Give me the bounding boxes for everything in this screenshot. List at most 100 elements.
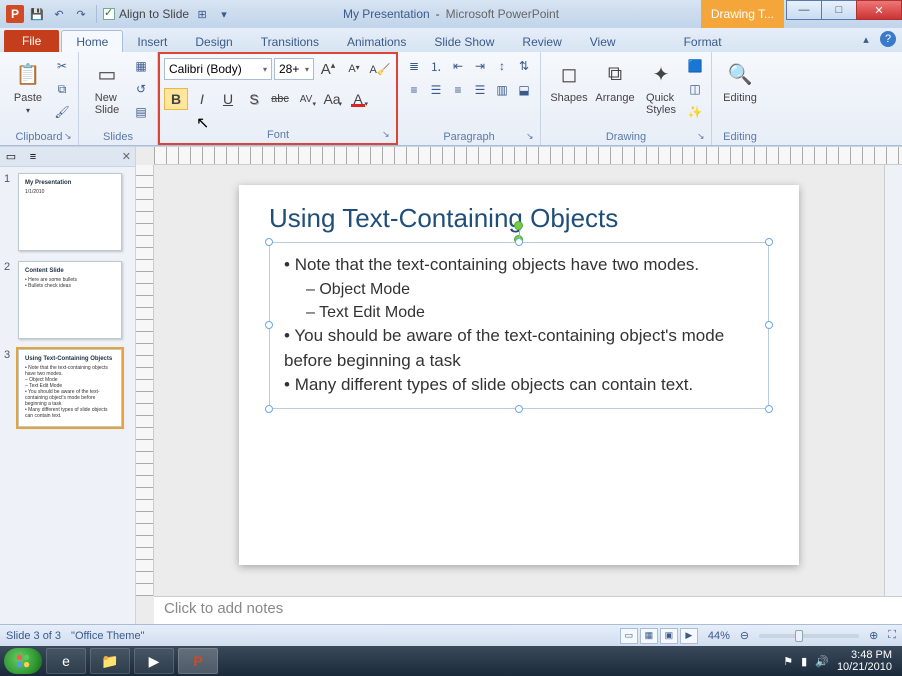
clipboard-launcher-icon[interactable]: ↘ [64,131,76,143]
thumbnail-item[interactable]: 3Using Text-Containing Objects• Note tha… [4,349,131,427]
clear-format-icon[interactable]: A🧹 [368,58,392,80]
slide-canvas[interactable]: Using Text-Containing Objects [154,165,884,596]
shape-effects-icon[interactable]: ✨ [685,102,705,122]
cut-icon[interactable]: ✂ [52,56,72,76]
bullet-item[interactable]: You should be aware of the text-containi… [284,324,754,373]
decrease-indent-icon[interactable]: ⇤ [448,56,468,76]
resize-handle[interactable] [765,321,773,329]
minimize-ribbon-icon[interactable]: ▴ [858,31,874,47]
zoom-slider[interactable] [759,634,859,638]
resize-handle[interactable] [515,238,523,246]
italic-button[interactable]: I [190,88,214,110]
close-button[interactable]: ✕ [856,0,902,20]
thumbnail-item[interactable]: 1My Presentation1/1/2010 [4,173,131,251]
start-button[interactable] [4,648,42,674]
taskbar-media-icon[interactable]: ▶ [134,648,174,674]
content-textbox[interactable]: Note that the text-containing objects ha… [269,242,769,409]
tab-view[interactable]: View [576,31,630,52]
change-case-button[interactable]: Aa▾ [320,88,344,110]
resize-handle[interactable] [515,405,523,413]
tab-file[interactable]: File [4,30,59,52]
taskbar-clock[interactable]: 3:48 PM 10/21/2010 [837,649,892,673]
qat-align-icon[interactable]: ⊞ [193,5,211,23]
tab-transitions[interactable]: Transitions [247,31,333,52]
numbering-icon[interactable]: ⒈ [426,56,446,76]
strikethrough-button[interactable]: abc [268,88,292,110]
resize-handle[interactable] [265,321,273,329]
columns-icon[interactable]: ▥ [492,80,512,100]
zoom-level[interactable]: 44% [708,630,730,642]
bullets-icon[interactable]: ≣ [404,56,424,76]
horizontal-ruler[interactable] [154,147,902,165]
tray-network-icon[interactable]: ▮ [801,655,807,668]
grow-font-icon[interactable]: A▴ [316,58,340,80]
font-name-combo[interactable]: Calibri (Body)▾ [164,58,272,80]
quick-styles-button[interactable]: ✦Quick Styles [639,56,683,116]
align-right-icon[interactable]: ≡ [448,80,468,100]
shape-outline-icon[interactable]: ◫ [685,79,705,99]
shape-fill-icon[interactable]: 🟦 [685,56,705,76]
resize-handle[interactable] [265,405,273,413]
resize-handle[interactable] [765,405,773,413]
outline-tab-icon[interactable]: ≡ [22,151,44,163]
tray-volume-icon[interactable]: 🔊 [815,655,829,668]
section-icon[interactable]: ▤ [131,102,151,122]
align-center-icon[interactable]: ☰ [426,80,446,100]
zoom-out-icon[interactable]: ⊖ [740,629,749,642]
normal-view-icon[interactable]: ▭ [620,628,638,644]
tab-animations[interactable]: Animations [333,31,420,52]
char-spacing-button[interactable]: AV▾ [294,88,318,110]
taskbar-powerpoint-icon[interactable]: P [178,648,218,674]
help-icon[interactable]: ? [880,31,896,47]
qat-redo-icon[interactable]: ↷ [72,5,90,23]
tab-slideshow[interactable]: Slide Show [420,31,508,52]
tray-flag-icon[interactable]: ⚑ [783,655,793,668]
increase-indent-icon[interactable]: ⇥ [470,56,490,76]
shapes-button[interactable]: ◻Shapes [547,56,591,104]
paragraph-launcher-icon[interactable]: ↘ [526,131,538,143]
thumbnail-item[interactable]: 2Content Slide• Here are some bullets• B… [4,261,131,339]
zoom-in-icon[interactable]: ⊕ [869,629,878,642]
tab-insert[interactable]: Insert [123,31,181,52]
shadow-button[interactable]: S [242,88,266,110]
format-painter-icon[interactable]: 🖌 [52,102,72,122]
fit-to-window-icon[interactable]: ⛶ [888,629,896,642]
taskbar-ie-icon[interactable]: e [46,648,86,674]
resize-handle[interactable] [765,238,773,246]
qat-more-icon[interactable]: ▾ [215,5,233,23]
justify-icon[interactable]: ☰ [470,80,490,100]
reading-view-icon[interactable]: ▣ [660,628,678,644]
drawing-launcher-icon[interactable]: ↘ [697,131,709,143]
arrange-button[interactable]: ⧉Arrange [593,56,637,104]
font-color-button[interactable]: A▾ [346,88,370,110]
notes-pane[interactable]: Click to add notes [154,596,902,624]
slides-tab-icon[interactable]: ▭ [0,150,22,163]
align-left-icon[interactable]: ≡ [404,80,424,100]
close-pane-icon[interactable]: ✕ [122,150,131,163]
bold-button[interactable]: B [164,88,188,110]
sorter-view-icon[interactable]: ▦ [640,628,658,644]
vertical-ruler[interactable] [136,165,154,596]
text-direction-icon[interactable]: ⇅ [514,56,534,76]
align-to-slide-checkbox[interactable] [103,8,115,20]
underline-button[interactable]: U [216,88,240,110]
rotate-handle[interactable] [514,221,523,230]
line-spacing-icon[interactable]: ↕ [492,56,512,76]
maximize-button[interactable]: □ [821,0,857,20]
taskbar-explorer-icon[interactable]: 📁 [90,648,130,674]
minimize-button[interactable]: — [786,0,822,20]
tab-format[interactable]: Format [670,31,736,52]
thumbnail-preview[interactable]: Content Slide• Here are some bullets• Bu… [18,261,122,339]
paste-button[interactable]: 📋 Paste▾ [6,56,50,115]
bullet-sub-item[interactable]: Text Edit Mode [306,301,754,324]
new-slide-button[interactable]: ▭ New Slide [85,56,129,116]
qat-undo-icon[interactable]: ↶ [50,5,68,23]
font-launcher-icon[interactable]: ↘ [382,129,394,141]
vertical-scrollbar[interactable] [884,165,902,596]
bullet-sub-item[interactable]: Object Mode [306,278,754,301]
layout-icon[interactable]: ▦ [131,56,151,76]
slide[interactable]: Using Text-Containing Objects [239,185,799,565]
shrink-font-icon[interactable]: A▾ [342,58,366,80]
app-icon[interactable]: P [6,5,24,23]
tab-design[interactable]: Design [181,31,246,52]
